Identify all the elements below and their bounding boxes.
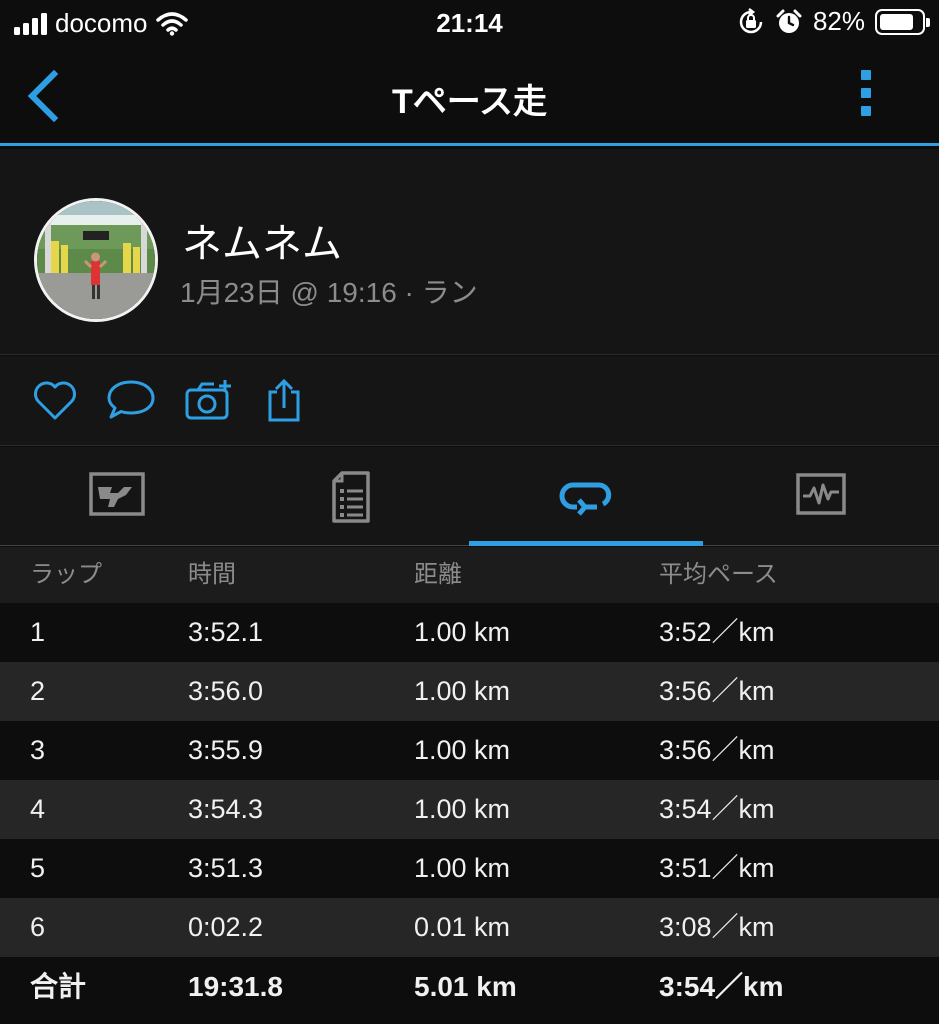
carrier-name: docomo <box>55 8 148 38</box>
lap-pace: 3:08／km <box>659 912 775 942</box>
lap-time: 0:02.2 <box>188 912 264 942</box>
lap-number: 6 <box>30 912 46 942</box>
total-distance: 5.01 km <box>414 971 517 1002</box>
wifi-icon <box>155 11 188 36</box>
like-button[interactable] <box>32 378 78 427</box>
lap-distance: 1.00 km <box>414 794 511 824</box>
active-tab-indicator <box>469 541 703 546</box>
lap-number: 1 <box>30 617 46 647</box>
lap-number: 2 <box>30 676 46 706</box>
header-time: 時間 <box>188 561 236 588</box>
lap-time: 3:55.9 <box>188 735 264 765</box>
signal-strength-icon <box>14 12 47 35</box>
lap-pace: 3:54／km <box>659 794 775 824</box>
lap-number: 5 <box>30 853 46 883</box>
app-screen: docomo 21:14 82% Tペース走 ネムネム 1月23日 @ 19:1… <box>0 0 939 1024</box>
battery-percent: 82% <box>812 6 865 36</box>
more-vertical-icon <box>851 70 881 116</box>
add-photo-button[interactable] <box>184 378 234 427</box>
lap-distance: 1.00 km <box>414 617 511 647</box>
total-label: 合計 <box>30 971 87 1002</box>
header-avg-pace: 平均ペース <box>659 561 778 588</box>
header-distance: 距離 <box>414 561 462 588</box>
battery-tip <box>926 17 930 27</box>
lap-distance: 1.00 km <box>414 735 511 765</box>
lap-pace: 3:56／km <box>659 676 775 706</box>
battery-icon <box>875 8 930 35</box>
table-row[interactable]: 2 3:56.0 1.00 km 3:56／km <box>0 662 939 721</box>
table-row[interactable]: 5 3:51.3 1.00 km 3:51／km <box>0 839 939 898</box>
lap-distance: 1.00 km <box>414 853 511 883</box>
table-row[interactable]: 4 3:54.3 1.00 km 3:54／km <box>0 780 939 839</box>
share-icon <box>268 378 300 422</box>
total-pace: 3:54／km <box>659 971 784 1002</box>
social-actions <box>0 356 939 446</box>
tab-map[interactable] <box>0 447 234 546</box>
tab-laps[interactable] <box>469 447 703 546</box>
share-button[interactable] <box>264 378 304 429</box>
comment-button[interactable] <box>106 378 156 427</box>
laps-table: ラップ 時間 距離 平均ペース 1 3:52.1 1.00 km 3:52／km… <box>0 547 939 1016</box>
page-title: Tペース走 <box>391 83 548 121</box>
status-bar: docomo 21:14 82% <box>0 0 939 48</box>
more-options-button[interactable] <box>851 70 881 124</box>
lap-pace: 3:52／km <box>659 617 775 647</box>
lap-distance: 1.00 km <box>414 676 511 706</box>
tab-details[interactable] <box>234 447 468 546</box>
table-row[interactable]: 1 3:52.1 1.00 km 3:52／km <box>0 603 939 662</box>
total-time: 19:31.8 <box>188 971 283 1002</box>
lap-pace: 3:56／km <box>659 735 775 765</box>
table-header: ラップ 時間 距離 平均ペース <box>0 547 939 603</box>
lap-time: 3:56.0 <box>188 676 264 706</box>
status-right: 82% <box>737 6 930 37</box>
heart-icon <box>34 381 76 420</box>
lap-time: 3:54.3 <box>188 794 264 824</box>
tab-charts[interactable] <box>703 447 937 546</box>
table-row[interactable]: 6 0:02.2 0.01 km 3:08／km <box>0 898 939 957</box>
user-name[interactable]: ネムネム <box>182 211 342 269</box>
comment-icon <box>107 380 155 419</box>
lap-number: 4 <box>30 794 46 824</box>
navigation-bar: Tペース走 <box>0 48 939 146</box>
lap-pace: 3:51／km <box>659 853 775 883</box>
alarm-icon <box>776 9 802 33</box>
activity-tabs <box>0 447 939 546</box>
lap-number: 3 <box>30 735 46 765</box>
battery-level-fill <box>880 13 913 30</box>
document-icon <box>332 471 370 523</box>
total-row: 合計 19:31.8 5.01 km 3:54／km <box>0 957 939 1016</box>
add-photo-icon <box>185 380 231 420</box>
avatar[interactable] <box>34 198 158 322</box>
activity-date-type: 1月23日 @ 19:16 · ラン <box>180 277 478 308</box>
status-left: docomo <box>14 8 188 39</box>
lap-distance: 0.01 km <box>414 912 511 942</box>
rotation-lock-icon <box>739 7 763 33</box>
avatar-photo <box>37 201 155 319</box>
header-lap: ラップ <box>30 561 102 588</box>
laps-loop-icon <box>559 482 612 516</box>
lap-time: 3:52.1 <box>188 617 264 647</box>
table-row[interactable]: 3 3:55.9 1.00 km 3:56／km <box>0 721 939 780</box>
lap-time: 3:51.3 <box>188 853 264 883</box>
activity-header: ネムネム 1月23日 @ 19:16 · ラン <box>0 149 939 355</box>
activity-chart-icon <box>796 473 846 515</box>
map-icon <box>89 472 145 516</box>
